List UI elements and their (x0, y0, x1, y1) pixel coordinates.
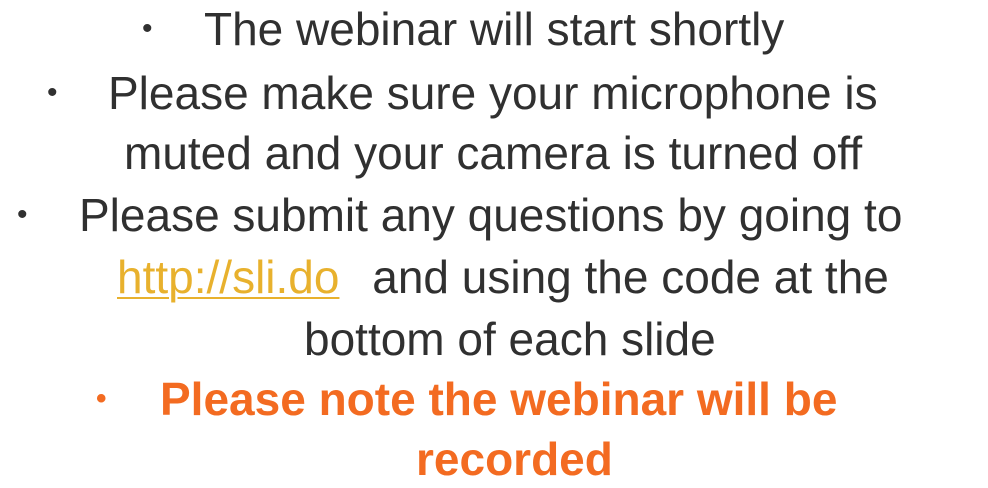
slido-link[interactable]: http://sli.do (117, 251, 339, 303)
bullet-marker: • (142, 12, 153, 45)
bullet-continuation-line: muted and your camera is turned off (0, 124, 988, 182)
webinar-notice-slide: • The webinar will start shortly • Pleas… (0, 0, 988, 485)
bullet-text: muted and your camera is turned off (124, 127, 863, 179)
bullet-continuation-line: recorded (0, 430, 988, 488)
bullet-text: http://sli.do and using the code at the (117, 248, 889, 306)
bullet-continuation-line: http://sli.do and using the code at the (0, 248, 988, 306)
bullet-item-recording-notice: • Please note the webinar will be (0, 370, 988, 428)
bullet-continuation-line: bottom of each slide (0, 310, 988, 368)
bullet-text: Please make sure your microphone is (108, 67, 878, 119)
bullet-text: Please submit any questions by going to (79, 189, 903, 241)
bullet-text-after-link: and using the code at the (372, 251, 889, 303)
bullet-item-questions: • Please submit any questions by going t… (0, 186, 988, 244)
bullet-text: bottom of each slide (304, 313, 716, 365)
bullet-item-microphone-camera: • Please make sure your microphone is (0, 64, 988, 122)
bullet-marker: • (96, 382, 107, 415)
bullet-text: The webinar will start shortly (204, 3, 785, 55)
bullet-item-start-shortly: • The webinar will start shortly (0, 0, 988, 58)
bullet-marker: • (17, 198, 28, 231)
bullet-text: recorded (416, 433, 613, 485)
bullet-marker: • (47, 76, 58, 109)
bullet-text: Please note the webinar will be (160, 373, 838, 425)
